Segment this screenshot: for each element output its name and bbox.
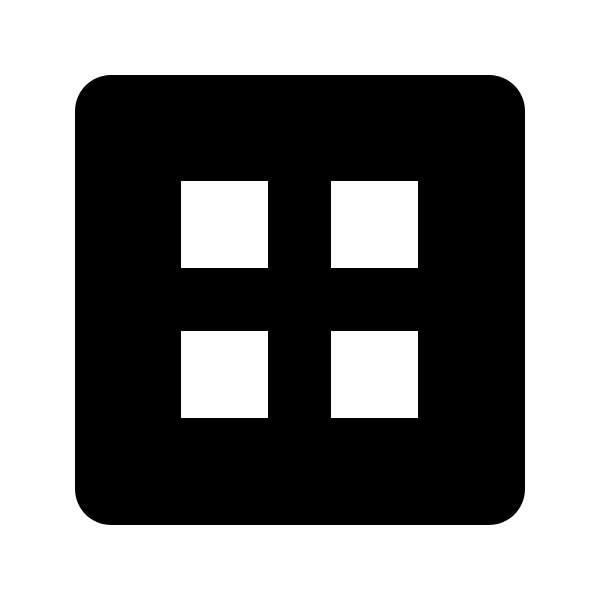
grid-icon-svg [75,75,525,525]
grid-icon [0,0,600,600]
grid-cell-square [181,331,268,418]
grid-cell-square [181,181,268,268]
grid-cell-square [331,181,418,268]
icon-canvas [0,0,600,600]
grid-cell-square [331,331,418,418]
rounded-square-shape [75,75,525,525]
